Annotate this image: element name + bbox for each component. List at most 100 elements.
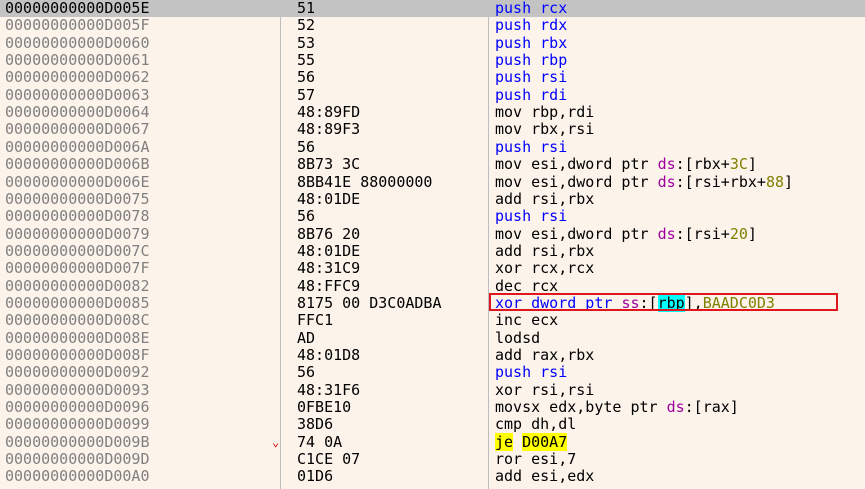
address-cell: 00000000000D006E <box>5 172 150 191</box>
address-cell: 00000000000D0063 <box>5 85 150 104</box>
bytes-cell: 48:01DE <box>297 189 361 208</box>
bytes-cell: 48:01D8 <box>297 346 361 364</box>
disasm-row[interactable]: 00000000000D0099 38D6 cmp dh,dl <box>0 416 865 433</box>
address-cell: 00000000000D007F <box>5 259 150 278</box>
disasm-row[interactable]: 00000000000D009D C1CE 07 ror esi,7 <box>0 451 865 468</box>
bytes-cell: 8175 00 D3C0ADBA <box>297 293 442 312</box>
instruction-cell: lodsd <box>495 328 541 347</box>
disasm-row[interactable]: 00000000000D0064 48:89FD mov rbp,rdi <box>0 104 865 121</box>
address-cell: 00000000000D009D <box>5 450 150 469</box>
address-cell: 00000000000D008C <box>5 311 150 330</box>
disasm-row[interactable]: 00000000000D007F 48:31C9 xor rcx,rcx <box>0 260 865 277</box>
bytes-cell: 56 <box>297 68 316 87</box>
bytes-cell: 8BB41E 88000000 <box>297 172 433 191</box>
disasm-row[interactable]: 00000000000D0092 56 push rsi <box>0 364 865 381</box>
bytes-cell: 55 <box>297 51 316 70</box>
jump-arrow-icon: ⌄ <box>272 434 280 449</box>
instruction-cell: push rdi <box>495 85 568 104</box>
address-cell: 00000000000D0060 <box>5 33 150 52</box>
instruction-cell: push rsi <box>495 137 568 156</box>
disasm-row[interactable]: 00000000000D0079 8B76 20 mov esi,dword ptr… <box>0 224 865 243</box>
bytes-cell: 38D6 <box>297 415 334 434</box>
disasm-row[interactable]: 00000000000D006A 56 push rsi <box>0 137 865 156</box>
disasm-row[interactable]: 00000000000D0075 48:01DE add rsi,rbx <box>0 189 865 208</box>
disasm-row[interactable]: 00000000000D005F 52 push rdx <box>0 17 865 34</box>
bytes-cell: 48:31F6 <box>297 380 361 399</box>
bytes-cell: 0FBE10 <box>297 398 352 417</box>
disasm-row[interactable]: 00000000000D008C FFC1 inc ecx <box>0 312 865 329</box>
disasm-row[interactable]: 00000000000D006B 8B73 3C mov esi,dword ptr… <box>0 156 865 173</box>
highlight-box <box>489 293 838 311</box>
bytes-cell: 51 <box>297 0 316 17</box>
instruction-cell: push rsi <box>495 68 568 87</box>
disasm-row[interactable]: 00000000000D0060 53 push rbx <box>0 33 865 52</box>
instruction-cell: ror esi,7 <box>495 450 577 469</box>
bytes-cell: AD <box>297 328 316 347</box>
bytes-cell: 56 <box>297 207 316 226</box>
address-cell: 00000000000D0064 <box>5 103 150 122</box>
bytes-cell: 48:89FD <box>297 103 361 122</box>
instruction-cell: push rsi <box>495 363 568 382</box>
instruction-cell: mov esi,dword ptr ds:[rsi+20] <box>495 224 757 243</box>
disasm-row[interactable]: 00000000000D0061 55 push rbp <box>0 52 865 69</box>
instruction-cell: push rsi <box>495 207 568 226</box>
address-cell: 00000000000D00A0 <box>5 467 150 486</box>
address-cell: 00000000000D0092 <box>5 363 150 382</box>
address-cell: 00000000000D0096 <box>5 398 150 417</box>
address-cell: 00000000000D006B <box>5 155 150 174</box>
disasm-row[interactable]: 00000000000D00A0 01D6 add esi,edx <box>0 468 865 485</box>
bytes-cell: 48:FFC9 <box>297 276 361 295</box>
disasm-row[interactable]: 00000000000D0078 56 push rsi <box>0 208 865 225</box>
bytes-cell: 48:31C9 <box>297 259 361 278</box>
disasm-row[interactable]: 00000000000D0063 57 push rdi <box>0 85 865 104</box>
address-cell: 00000000000D006A <box>5 137 150 156</box>
instruction-cell: mov rbp,rdi <box>495 103 595 122</box>
bytes-cell: 48:01DE <box>297 241 361 260</box>
disasm-row[interactable]: 00000000000D009B ⌄ 74 0A je D00A7 <box>0 432 865 451</box>
instruction-cell: xor rcx,rcx <box>495 259 595 278</box>
bytes-cell: 56 <box>297 363 316 382</box>
instruction-cell: xor rsi,rsi <box>495 380 595 399</box>
disasm-row[interactable]: 00000000000D008F 48:01D8 add rax,rbx <box>0 347 865 364</box>
instruction-cell: push rbp <box>495 51 568 70</box>
disasm-row[interactable]: 00000000000D0062 56 push rsi <box>0 69 865 86</box>
instruction-cell: push rbx <box>495 33 568 52</box>
bytes-cell: 8B76 20 <box>297 224 361 243</box>
disasm-row[interactable]: 00000000000D0096 0FBE10 movsx edx,byte ptr… <box>0 399 865 416</box>
disasm-row[interactable]: 00000000000D0067 48:89F3 mov rbx,rsi <box>0 121 865 138</box>
disasm-row[interactable]: 00000000000D006E 8BB41E 88000000 mov esi,d… <box>0 172 865 191</box>
address-cell: 00000000000D0085 <box>5 293 150 312</box>
instruction-cell: add rsi,rbx <box>495 189 595 208</box>
instruction-cell: mov rbx,rsi <box>495 120 595 139</box>
disasm-row[interactable]: 00000000000D0093 48:31F6 xor rsi,rsi <box>0 380 865 399</box>
disasm-row[interactable]: 00000000000D007C 48:01DE add rsi,rbx <box>0 241 865 260</box>
instruction-cell: add rax,rbx <box>495 346 595 364</box>
instruction-cell: je D00A7 <box>495 432 568 451</box>
bytes-cell: C1CE 07 <box>297 450 361 469</box>
instruction-cell: push rdx <box>495 16 568 35</box>
bytes-cell: 53 <box>297 33 316 52</box>
instruction-cell: cmp dh,dl <box>495 415 577 434</box>
instruction-cell: add rsi,rbx <box>495 241 595 260</box>
address-cell: 00000000000D0078 <box>5 207 150 226</box>
address-cell: 00000000000D0082 <box>5 276 150 295</box>
disasm-row[interactable]: 00000000000D005E 51 push rcx <box>0 0 865 18</box>
address-cell: 00000000000D005F <box>5 16 150 35</box>
address-cell: 00000000000D0062 <box>5 68 150 87</box>
bytes-cell: 56 <box>297 137 316 156</box>
disassembly-view[interactable]: 00000000000D005E 51 push rcx 00000000000D00… <box>0 0 865 489</box>
bytes-cell: FFC1 <box>297 311 334 330</box>
address-cell: 00000000000D005E <box>5 0 150 17</box>
address-cell: 00000000000D009B <box>5 432 150 451</box>
bytes-cell: 57 <box>297 85 316 104</box>
address-cell: 00000000000D0093 <box>5 380 150 399</box>
disasm-row[interactable]: 00000000000D008E AD lodsd <box>0 328 865 347</box>
address-cell: 00000000000D0099 <box>5 415 150 434</box>
address-cell: 00000000000D0075 <box>5 189 150 208</box>
address-cell: 00000000000D0061 <box>5 51 150 70</box>
instruction-cell: movsx edx,byte ptr ds:[rax] <box>495 398 739 417</box>
instruction-cell: mov esi,dword ptr ds:[rbx+3C] <box>495 155 757 174</box>
instruction-cell: mov esi,dword ptr ds:[rsi+rbx+88] <box>495 172 794 191</box>
address-cell: 00000000000D0079 <box>5 224 150 243</box>
instruction-cell: inc ecx <box>495 311 559 330</box>
